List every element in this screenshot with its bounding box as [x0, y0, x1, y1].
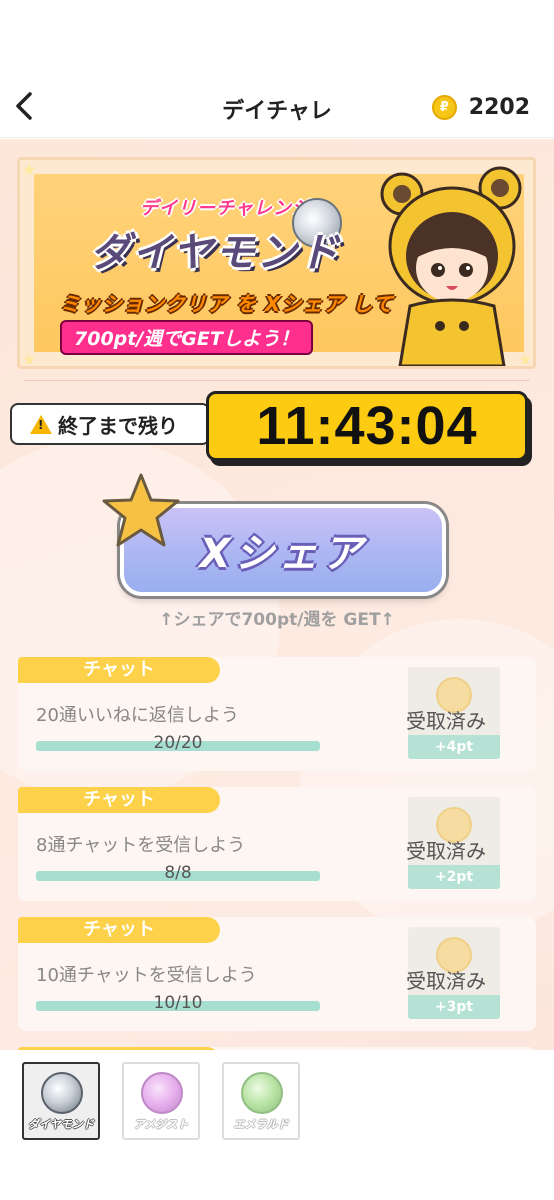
reward-points: +2pt [408, 865, 500, 889]
coin-value: 2202 [468, 94, 530, 120]
tab-amethyst[interactable]: アメジスト [122, 1062, 200, 1140]
diamond-icon [41, 1072, 83, 1114]
timer-label-text: 終了まで残り [58, 413, 178, 438]
coin-balance: ₽ 2202 [431, 94, 530, 120]
mission-description: 8通チャットを受信しよう [36, 835, 246, 856]
divider [24, 380, 530, 381]
mission-card: チャット 8通チャットを受信しよう 8/8 +2pt 受取済み [18, 787, 536, 901]
mission-category-tag: チャット [18, 657, 220, 683]
tab-label: アメジスト [133, 1118, 189, 1131]
banner-line2: 700pt/週でGETしよう！ [60, 320, 313, 355]
amethyst-icon [141, 1072, 183, 1114]
coin-icon: ₽ [431, 94, 457, 120]
claimed-status: 受取済み [406, 969, 486, 993]
tab-label: エメラルド [233, 1118, 289, 1131]
claimed-status: 受取済み [406, 839, 486, 863]
main-content: ★ ★ ★ デイリーチャレンジ ダイヤモンド ミッションクリア を Xシェア し… [0, 139, 554, 1200]
banner-title: ダイヤモンド [90, 230, 341, 276]
mission-category-tag: チャット [18, 787, 220, 813]
claimed-status: 受取済み [406, 709, 486, 733]
emerald-icon [241, 1072, 283, 1114]
progress-count: 10/10 [153, 993, 203, 1013]
mission-card: チャット 10通チャットを受信しよう 10/10 +3pt 受取済み [18, 917, 536, 1031]
status-bar [0, 0, 554, 76]
warning-icon: ! [30, 414, 52, 434]
share-hint: ↑シェアで700pt/週を GET↑ [159, 610, 395, 630]
nav-bar: デイチャレ ₽ 2202 [0, 76, 554, 138]
banner-line1: ミッションクリア を Xシェア して [60, 292, 394, 316]
mission-category-tag: チャット [18, 917, 220, 943]
star-icon [102, 473, 180, 547]
mission-description: 10通チャットを受信しよう [36, 965, 257, 986]
countdown-timer: 11:43:04 [206, 391, 528, 461]
mission-description: 20通いいねに返信しよう [36, 705, 239, 726]
progress-count: 20/20 [153, 733, 203, 753]
gem-tab-bar: ダイヤモンド アメジスト エメラルド [0, 1050, 554, 1200]
mascot-illustration [380, 166, 522, 366]
reward-points: +4pt [408, 735, 500, 759]
tab-diamond[interactable]: ダイヤモンド [22, 1062, 100, 1140]
timer-label: ! 終了まで残り [10, 403, 210, 445]
reward-points: +3pt [408, 995, 500, 1019]
progress-count: 8/8 [164, 863, 192, 883]
tab-label: ダイヤモンド [28, 1118, 94, 1131]
star-icon: ★ [22, 350, 37, 369]
challenge-banner[interactable]: ★ ★ ★ デイリーチャレンジ ダイヤモンド ミッションクリア を Xシェア し… [17, 157, 536, 369]
mission-card: チャット 20通いいねに返信しよう 20/20 +4pt 受取済み [18, 657, 536, 771]
tab-emerald[interactable]: エメラルド [222, 1062, 300, 1140]
banner-subtitle: デイリーチャレンジ [140, 198, 311, 219]
